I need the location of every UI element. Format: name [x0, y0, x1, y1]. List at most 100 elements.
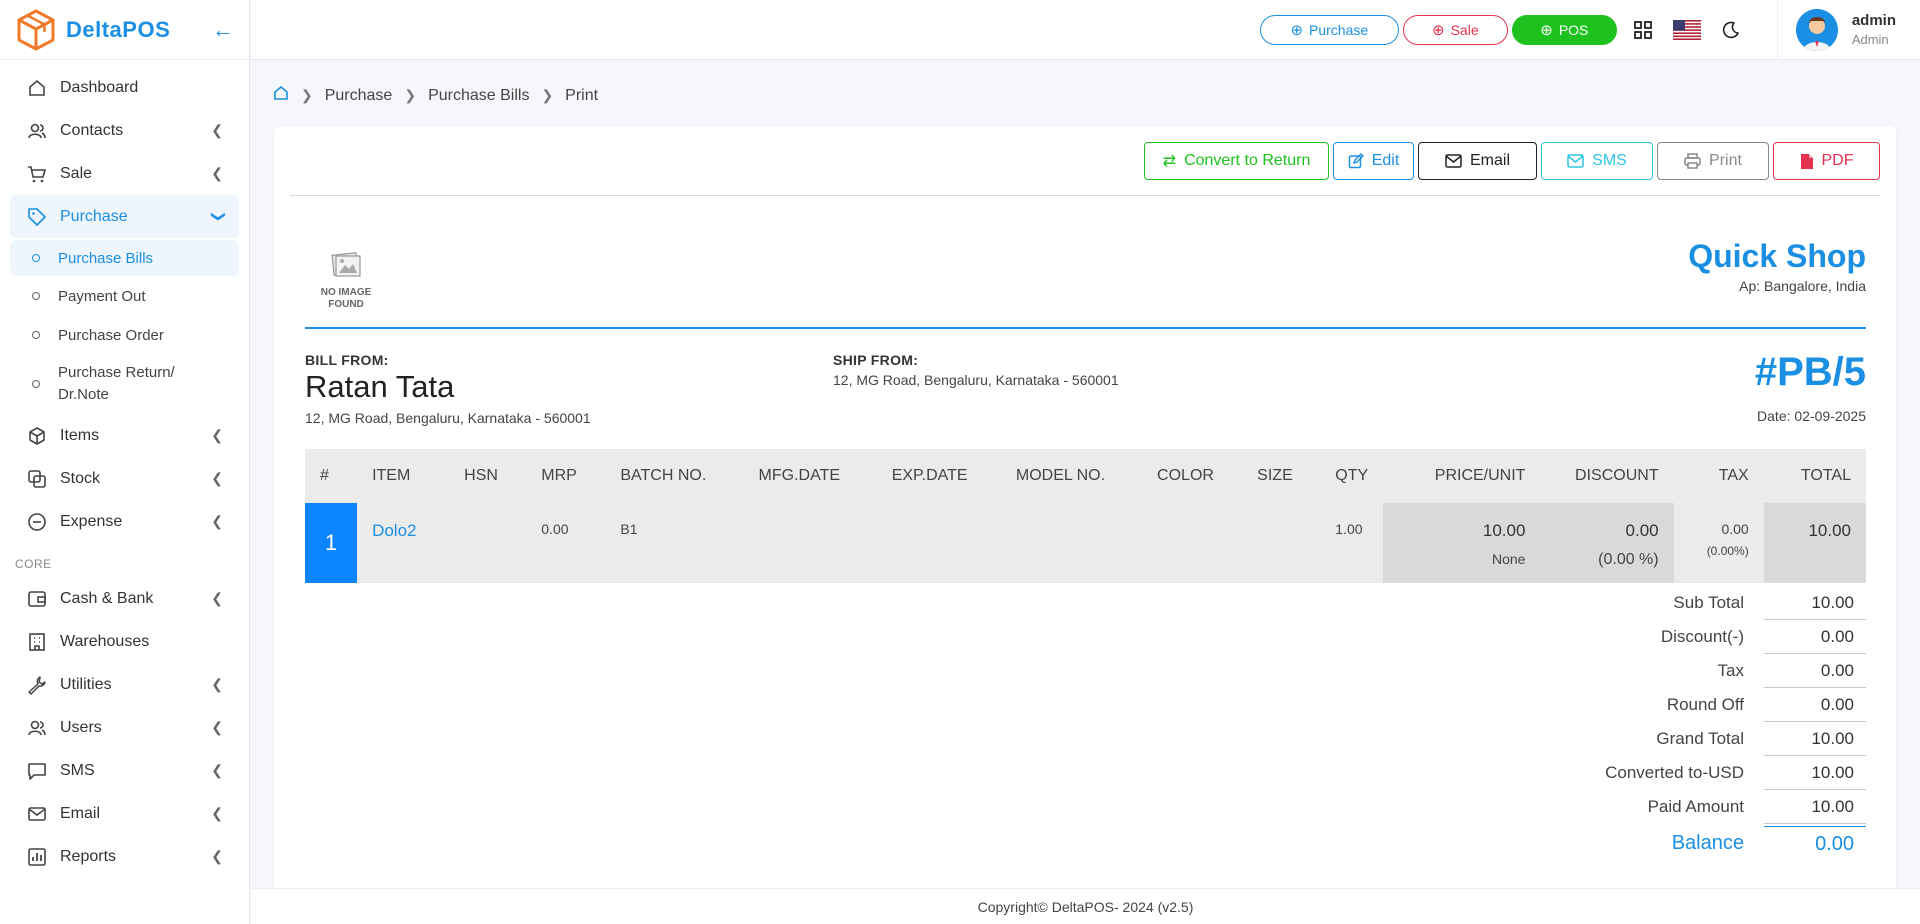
convert-to-return-button[interactable]: ⇄ Convert to Return [1144, 142, 1329, 180]
sidebar-item-email[interactable]: Email ❮ [10, 792, 239, 835]
breadcrumb-purchase[interactable]: Purchase [325, 87, 393, 105]
quick-purchase-label: Purchase [1309, 21, 1369, 38]
chevron-left-icon: ❮ [211, 590, 223, 606]
sidebar-subitem-purchase-bills[interactable]: Purchase Bills [10, 240, 239, 276]
ship-from-address: 12, MG Road, Bengaluru, Karnataka - 5600… [833, 372, 1119, 388]
total-value: 10.00 [1764, 756, 1866, 790]
chevron-left-icon: ❮ [211, 762, 223, 778]
sidebar-subitem-label: Purchase Bills [58, 249, 154, 267]
total-label: Converted to-USD [1605, 763, 1744, 782]
brand: DeltaPOS ← [0, 0, 249, 60]
user-role: Admin [1851, 32, 1889, 47]
table-header-row: # ITEM HSN MRP BATCH NO. MFG.DATE EXP.DA… [305, 449, 1866, 503]
pos-button[interactable]: ⊕ POS [1511, 14, 1617, 45]
ship-from-label: SHIP FROM: [833, 352, 919, 368]
mail-icon [26, 803, 48, 825]
sidebar-item-items[interactable]: Items ❮ [10, 414, 239, 457]
divider [290, 195, 1880, 196]
sidebar-item-label: Contacts [60, 121, 124, 139]
sidebar-subitem-payment-out[interactable]: Payment Out [10, 276, 239, 316]
sms-button[interactable]: SMS [1541, 142, 1653, 180]
print-button[interactable]: Print [1657, 142, 1769, 180]
total-row-discount: Discount(-) 0.00 [1366, 620, 1866, 654]
table-row: 1 Dolo2 0.00 B1 1.00 10.00 None 0.00 (0.… [305, 503, 1866, 583]
footer: Copyright© DeltaPOS- 2024 (v2.5) [251, 888, 1920, 924]
home-icon[interactable] [273, 85, 289, 106]
sidebar-subitem-purchase-return[interactable]: Purchase Return/ Dr.Note [10, 354, 239, 414]
col-header-tax: TAX [1673, 449, 1764, 503]
bullet-icon [32, 292, 40, 300]
us-flag-icon[interactable] [1669, 12, 1705, 48]
swap-arrows-icon: ⇄ [1162, 153, 1177, 170]
chevron-left-icon: ❮ [211, 676, 223, 692]
email-button[interactable]: Email [1418, 142, 1537, 180]
topbar: ⊕ Purchase ⊕ Sale ⊕ POS admin Admin [251, 0, 1920, 60]
total-label: Grand Total [1656, 729, 1744, 748]
row-mrp: 0.00 [526, 503, 606, 583]
row-tax: 0.00 [1721, 521, 1749, 537]
row-color [1142, 503, 1243, 583]
invoice-card: ⇄ Convert to Return Edit Email SMS Print… [274, 126, 1896, 896]
sidebar: DeltaPOS ← Dashboard Contacts ❮ Sale ❮ P… [0, 0, 250, 924]
pos-label: POS [1558, 21, 1589, 38]
total-label: Round Off [1666, 695, 1744, 714]
total-label: Sub Total [1673, 593, 1744, 612]
plus-circle-icon: ⊕ [1432, 21, 1445, 39]
sidebar-item-sale[interactable]: Sale ❮ [10, 152, 239, 195]
sidebar-item-purchase[interactable]: Purchase ❮ [10, 195, 239, 238]
apps-grid-icon[interactable] [1625, 12, 1661, 48]
item-link[interactable]: Dolo2 [372, 521, 416, 540]
pdf-button[interactable]: PDF [1773, 142, 1880, 180]
sidebar-item-cash-bank[interactable]: Cash & Bank ❮ [10, 577, 239, 620]
total-row-paid-amount: Paid Amount 10.00 [1366, 790, 1866, 824]
sidebar-item-sms[interactable]: SMS ❮ [10, 749, 239, 792]
total-row-converted-usd: Converted to-USD 10.00 [1366, 756, 1866, 790]
chevron-right-icon: ❯ [404, 87, 417, 103]
sidebar-item-warehouses[interactable]: Warehouses [10, 620, 239, 663]
row-hsn [449, 503, 527, 583]
sidebar-item-label: Items [60, 426, 100, 444]
total-value: 0.00 [1764, 654, 1866, 688]
no-image-text: NO IMAGE FOUND [320, 287, 372, 310]
dark-mode-moon-icon[interactable] [1713, 12, 1749, 48]
message-icon [26, 760, 48, 782]
bill-from-address: 12, MG Road, Bengaluru, Karnataka - 5600… [305, 410, 591, 426]
chevron-down-icon: ❮ [208, 210, 225, 223]
chevron-left-icon: ❮ [211, 122, 223, 138]
pdf-file-icon [1800, 153, 1814, 170]
plus-circle-icon: ⊕ [1540, 21, 1553, 39]
balance-label: Balance [1671, 831, 1744, 854]
avatar [1795, 8, 1838, 51]
chevron-left-icon: ❮ [211, 513, 223, 529]
sidebar-item-contacts[interactable]: Contacts ❮ [10, 109, 239, 152]
row-index: 1 [305, 503, 358, 583]
shop-address: Ap: Bangalore, India [1739, 278, 1866, 294]
total-label: Paid Amount [1647, 797, 1744, 816]
chevron-right-icon: ❯ [301, 87, 313, 103]
action-toolbar: ⇄ Convert to Return Edit Email SMS Print… [1140, 142, 1880, 180]
sidebar-subitem-purchase-order[interactable]: Purchase Order [10, 316, 239, 354]
sidebar-item-reports[interactable]: Reports ❮ [10, 835, 239, 878]
chevron-left-icon: ❮ [211, 805, 223, 821]
quick-purchase-button[interactable]: ⊕ Purchase [1259, 14, 1399, 45]
breadcrumb-purchase-bills[interactable]: Purchase Bills [428, 87, 529, 105]
row-discount-pct: (0.00 %) [1598, 551, 1659, 568]
sidebar-item-expense[interactable]: Expense ❮ [10, 500, 239, 543]
wallet-icon [26, 588, 48, 610]
bill-from-label: BILL FROM: [305, 352, 389, 368]
totals-summary: Sub Total 10.00 Discount(-) 0.00 Tax 0.0… [1366, 586, 1866, 862]
building-icon [26, 631, 48, 653]
user-menu[interactable]: admin Admin [1776, 0, 1896, 60]
user-info: admin Admin [1852, 12, 1896, 47]
row-total: 10.00 [1808, 521, 1851, 540]
row-discount-cell: 0.00 (0.00 %) [1540, 503, 1674, 583]
total-label: Tax [1717, 661, 1744, 680]
quick-sale-button[interactable]: ⊕ Sale [1402, 14, 1508, 45]
sidebar-item-utilities[interactable]: Utilities ❮ [10, 663, 239, 706]
sidebar-item-stock[interactable]: Stock ❮ [10, 457, 239, 500]
bullet-icon [32, 380, 40, 388]
sidebar-item-users[interactable]: Users ❮ [10, 706, 239, 749]
sidebar-item-dashboard[interactable]: Dashboard [10, 66, 239, 109]
collapse-sidebar-icon[interactable]: ← [211, 17, 235, 43]
edit-button[interactable]: Edit [1333, 142, 1414, 180]
